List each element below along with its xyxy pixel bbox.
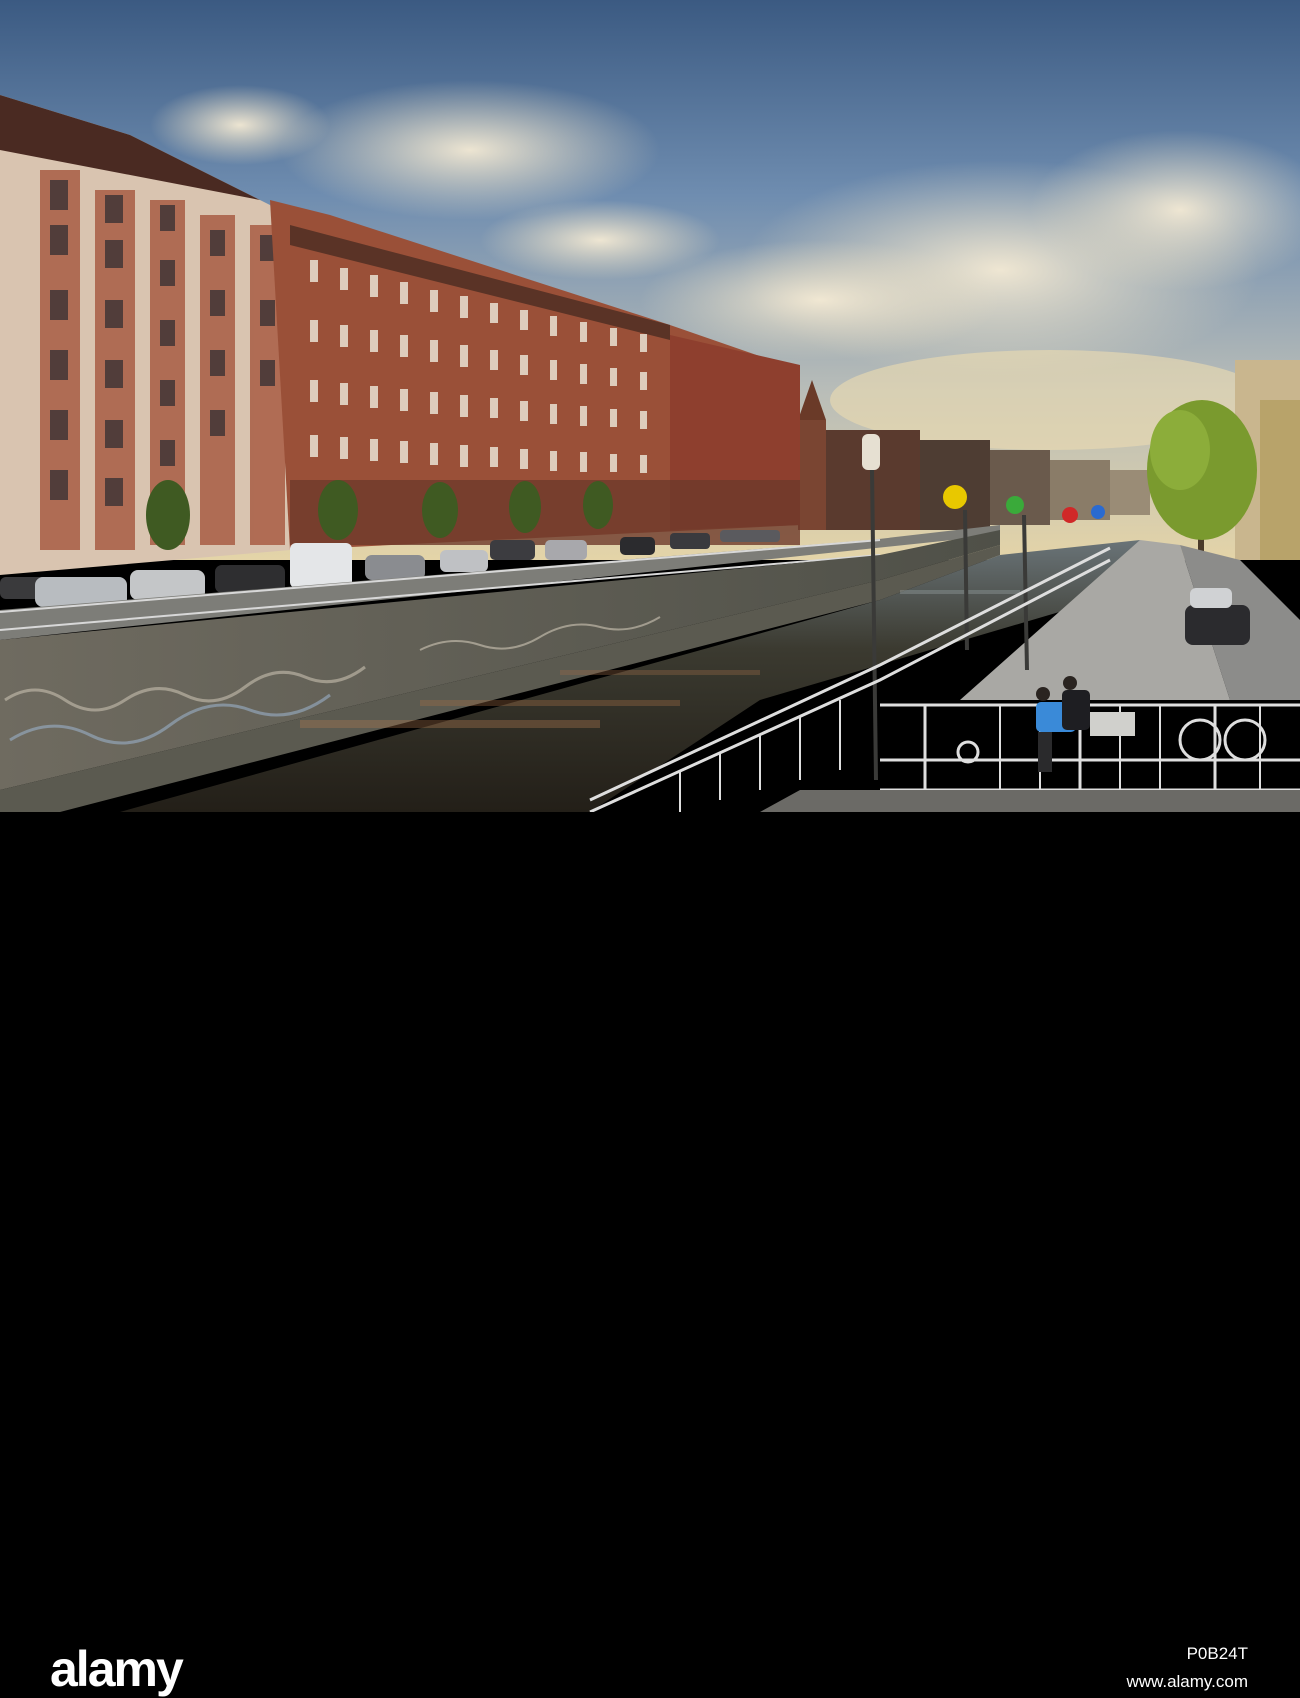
canal-cityscape-photo [0, 0, 1300, 812]
stock-photo-frame: alamy P0B24T www.alamy.com [0, 0, 1300, 1697]
site-url-label: www.alamy.com [1126, 1672, 1248, 1691]
watermark-footer: alamy P0B24T www.alamy.com [0, 812, 1300, 1697]
street-lamp [862, 434, 880, 470]
image-id-label: P0B24T [1186, 1644, 1248, 1663]
foreground-pavement [760, 790, 1300, 812]
alamy-logo: alamy [50, 1641, 184, 1697]
